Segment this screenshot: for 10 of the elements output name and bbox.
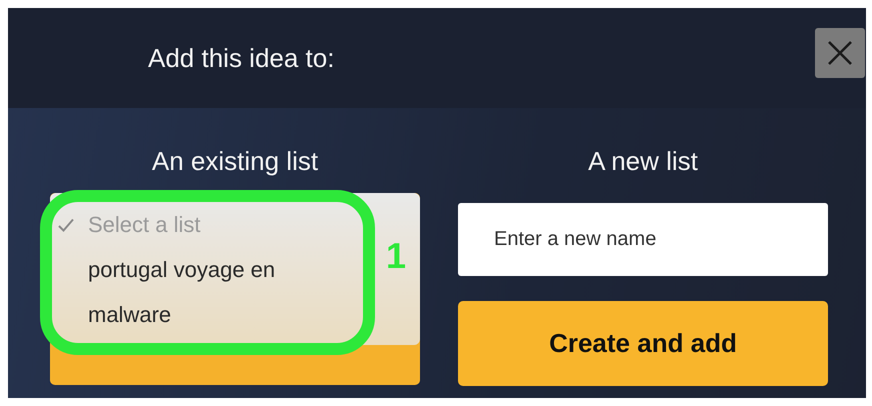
create-button[interactable]: Create and add: [458, 301, 828, 386]
name-field[interactable]: Enter a new name: [458, 203, 828, 276]
menu-option[interactable]: portugal voyage en malware: [52, 247, 363, 337]
dialog-title: Add this idea to:: [148, 42, 334, 74]
section-heading: An existing list: [152, 146, 318, 176]
annotation-number: 1: [386, 235, 406, 277]
checkmark-icon: [58, 218, 74, 232]
close-icon: [827, 40, 853, 66]
close-button[interactable]: [815, 28, 865, 78]
section-heading: A new list: [588, 146, 698, 176]
